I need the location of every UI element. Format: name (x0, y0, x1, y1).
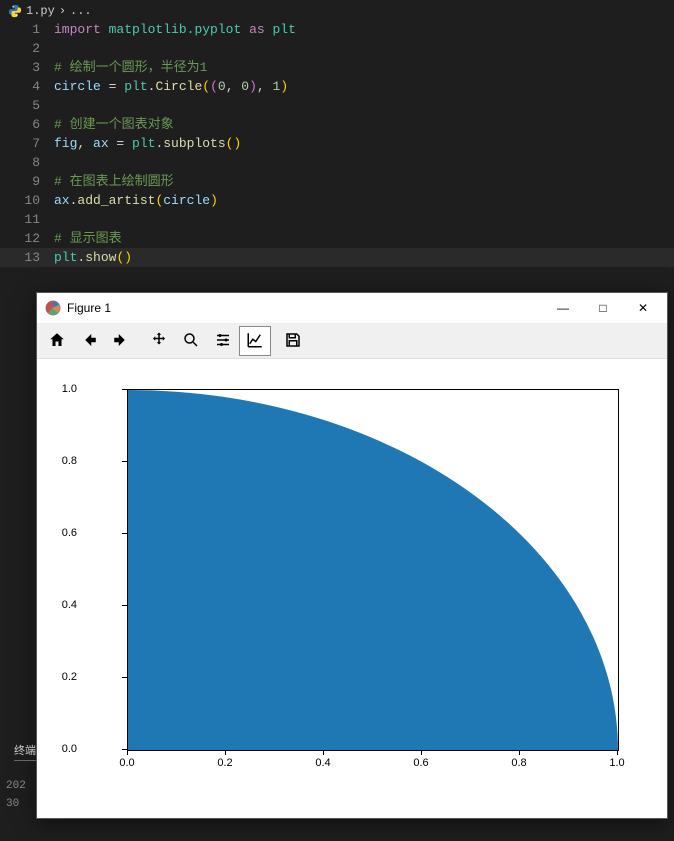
x-tick (225, 750, 226, 755)
code-line[interactable]: 8 (0, 153, 674, 172)
breadcrumb: 1.py › ... (0, 0, 674, 20)
breadcrumb-file[interactable]: 1.py (26, 4, 55, 18)
python-file-icon (8, 4, 22, 18)
plot-canvas[interactable]: 0.0 0.2 0.4 0.6 0.8 1.0 0.0 0.2 0.4 0.6 0.8 1.0 (37, 359, 667, 818)
y-tick-label: 0.0 (37, 743, 77, 755)
code-content: # 创建一个图表对象 (54, 115, 174, 134)
y-tick-label: 1.0 (37, 383, 77, 395)
x-tick (127, 750, 128, 755)
forward-button[interactable] (105, 326, 137, 356)
figure-window: Figure 1 — □ ✕ (36, 292, 668, 819)
code-content: plt.show() (54, 248, 132, 267)
line-number: 7 (0, 134, 54, 153)
code-line[interactable]: 4circle = plt.Circle((0, 0), 1) (0, 77, 674, 96)
minimize-button[interactable]: — (543, 294, 583, 322)
y-tick (122, 677, 127, 678)
line-number: 2 (0, 39, 54, 58)
code-line[interactable]: 10ax.add_artist(circle) (0, 191, 674, 210)
back-icon (80, 331, 98, 352)
x-tick (421, 750, 422, 755)
code-content: # 显示图表 (54, 229, 122, 248)
code-content: fig, ax = plt.subplots() (54, 134, 241, 153)
y-tick (122, 461, 127, 462)
chart-line-icon (246, 331, 264, 352)
code-line[interactable]: 2 (0, 39, 674, 58)
code-content: # 在图表上绘制圆形 (54, 172, 174, 191)
code-line[interactable]: 13plt.show() (0, 248, 674, 267)
configure-button[interactable] (207, 326, 239, 356)
back-button[interactable] (73, 326, 105, 356)
maximize-button[interactable]: □ (583, 294, 623, 322)
x-tick-label: 0.8 (511, 757, 526, 769)
code-line[interactable]: 12# 显示图表 (0, 229, 674, 248)
code-line[interactable]: 7fig, ax = plt.subplots() (0, 134, 674, 153)
axes (127, 389, 619, 751)
y-tick (122, 389, 127, 390)
close-button[interactable]: ✕ (623, 294, 663, 322)
x-tick-label: 0.4 (315, 757, 330, 769)
forward-icon (112, 331, 130, 352)
y-tick-label: 0.2 (37, 671, 77, 683)
code-content: import matplotlib.pyplot as plt (54, 20, 296, 39)
line-number: 8 (0, 153, 54, 172)
code-line[interactable]: 1import matplotlib.pyplot as plt (0, 20, 674, 39)
x-tick-label: 0.2 (217, 757, 232, 769)
code-content: circle = plt.Circle((0, 0), 1) (54, 77, 288, 96)
home-button[interactable] (41, 326, 73, 356)
figure-title: Figure 1 (67, 301, 543, 315)
y-tick-label: 0.6 (37, 527, 77, 539)
terminal-text: 202 (6, 780, 42, 798)
zoom-button[interactable] (175, 326, 207, 356)
breadcrumb-more[interactable]: ... (70, 4, 92, 18)
code-line[interactable]: 5 (0, 96, 674, 115)
save-button[interactable] (277, 326, 309, 356)
line-number: 1 (0, 20, 54, 39)
code-content: ax.add_artist(circle) (54, 191, 218, 210)
zoom-icon (182, 331, 200, 352)
pan-icon (150, 331, 168, 352)
x-tick (519, 750, 520, 755)
y-tick (122, 533, 127, 534)
y-tick-label: 0.8 (37, 455, 77, 467)
x-tick (617, 750, 618, 755)
code-editor[interactable]: 1import matplotlib.pyplot as plt23# 绘制一个… (0, 20, 674, 273)
line-number: 10 (0, 191, 54, 210)
line-number: 9 (0, 172, 54, 191)
figure-toolbar (37, 324, 667, 359)
save-icon (284, 331, 302, 352)
home-icon (48, 331, 66, 352)
code-line[interactable]: 11 (0, 210, 674, 229)
terminal-tab[interactable]: 终端 (14, 742, 36, 761)
sliders-icon (214, 331, 232, 352)
x-tick (323, 750, 324, 755)
line-number: 3 (0, 58, 54, 77)
line-number: 11 (0, 210, 54, 229)
line-number: 5 (0, 96, 54, 115)
code-line[interactable]: 3# 绘制一个圆形，半径为1 (0, 58, 674, 77)
matplotlib-icon (45, 300, 61, 316)
line-number: 12 (0, 229, 54, 248)
line-number: 6 (0, 115, 54, 134)
code-line[interactable]: 6# 创建一个图表对象 (0, 115, 674, 134)
code-content: # 绘制一个圆形，半径为1 (54, 58, 207, 77)
code-line[interactable]: 9# 在图表上绘制圆形 (0, 172, 674, 191)
terminal-gutter: 202 30 (0, 780, 42, 816)
figure-titlebar[interactable]: Figure 1 — □ ✕ (37, 293, 667, 324)
edit-axes-button[interactable] (239, 326, 271, 356)
y-tick (122, 605, 127, 606)
breadcrumb-sep-icon: › (59, 4, 66, 18)
window-controls: — □ ✕ (543, 294, 663, 322)
pan-button[interactable] (143, 326, 175, 356)
line-number: 4 (0, 77, 54, 96)
x-tick-label: 0.6 (413, 757, 428, 769)
x-tick-label: 1.0 (609, 757, 624, 769)
terminal-text: 30 (6, 798, 42, 816)
y-tick-label: 0.4 (37, 599, 77, 611)
line-number: 13 (0, 248, 54, 267)
x-tick-label: 0.0 (119, 757, 134, 769)
circle-patch (127, 390, 618, 751)
